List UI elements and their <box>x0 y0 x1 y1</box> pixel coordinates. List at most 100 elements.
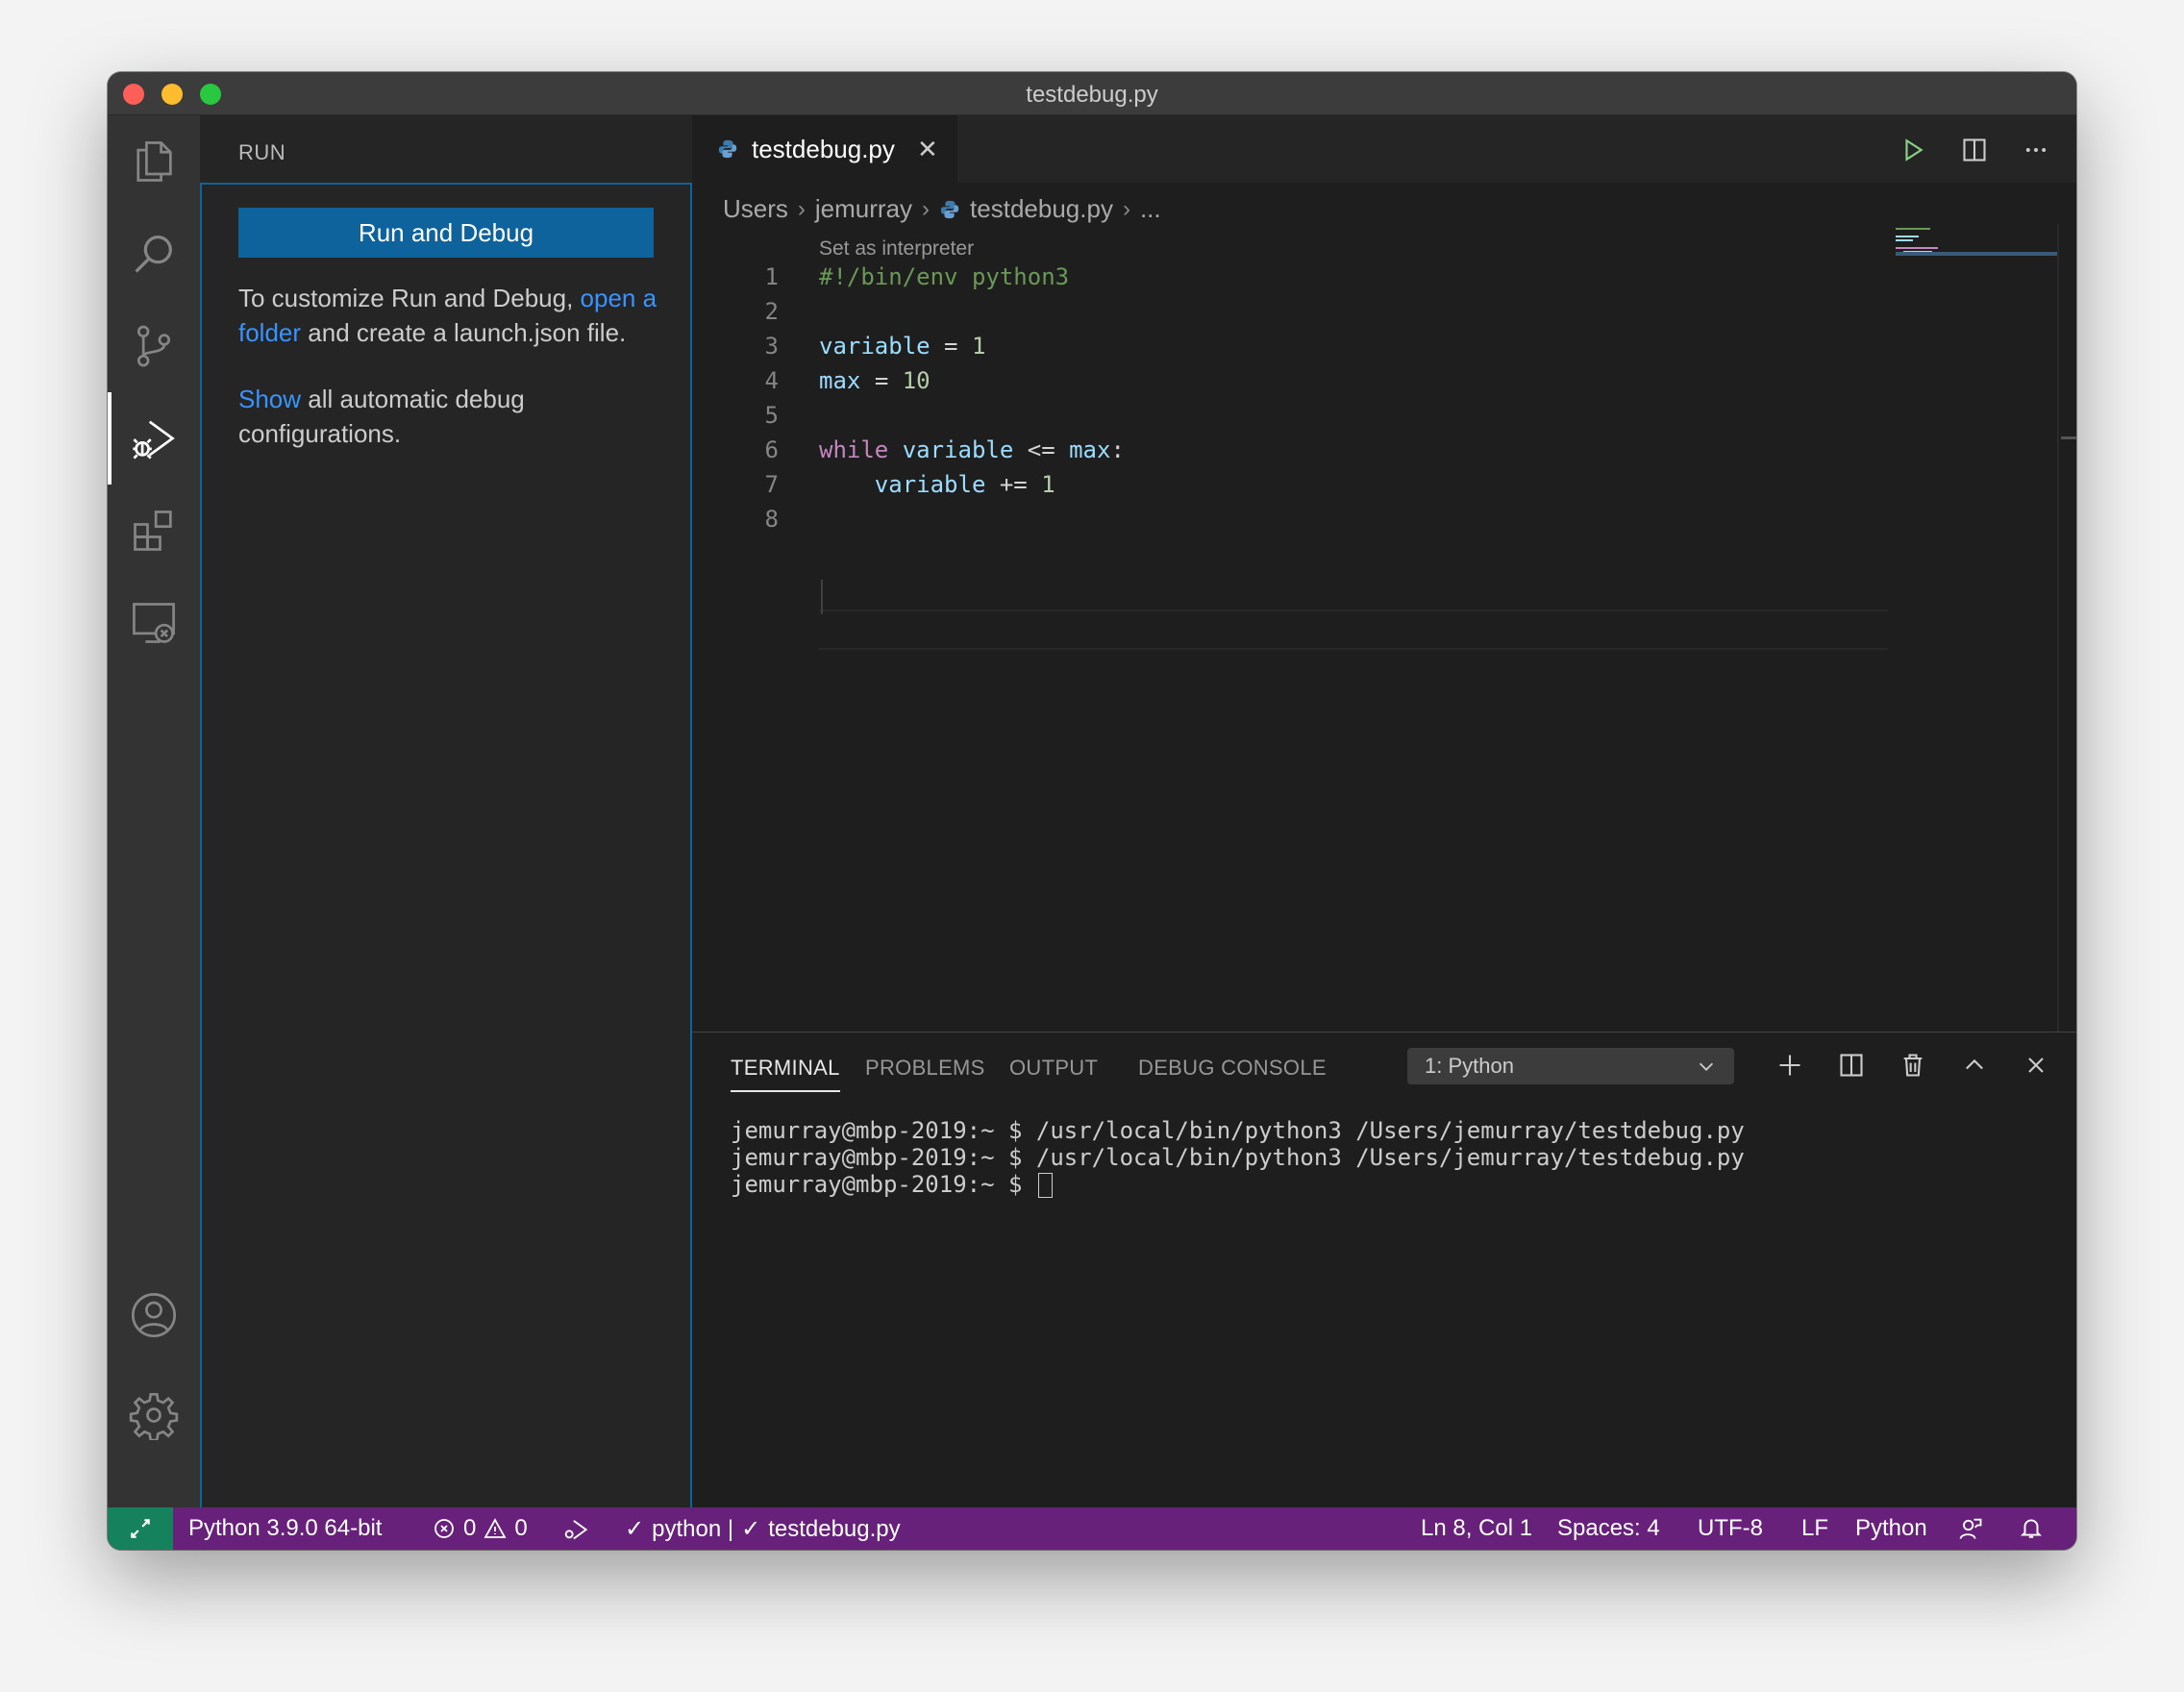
remote-icon <box>131 1519 150 1538</box>
close-tab-icon[interactable]: ✕ <box>917 137 938 162</box>
split-editor-icon[interactable] <box>1953 129 1996 171</box>
run-sidebar: RUN Run and Debug To customize Run and D… <box>200 115 692 1509</box>
debug-status-icon[interactable] <box>561 1515 588 1542</box>
explorer-icon[interactable] <box>108 115 200 208</box>
feedback-icon[interactable] <box>1957 1515 1984 1542</box>
end-of-line[interactable]: LF <box>1801 1515 1828 1542</box>
line-number: 6 <box>764 436 779 463</box>
language-mode[interactable]: Python <box>1855 1515 1927 1542</box>
customize-text: To customize Run and Debug, open a folde… <box>238 281 661 350</box>
more-actions-icon[interactable] <box>2015 129 2057 171</box>
close-panel-icon[interactable] <box>2015 1044 2057 1086</box>
terminal-output[interactable]: jemurray@mbp-2019:~ $ /usr/local/bin/pyt… <box>731 1117 2057 1198</box>
line-content: variable += 1 <box>874 471 1055 498</box>
sidebar-title: RUN <box>238 140 286 164</box>
tab-output[interactable]: OUTPUT <box>1009 1056 1098 1081</box>
terminal-select[interactable]: 1: Python <box>1407 1048 1734 1084</box>
line-number: 5 <box>764 402 779 429</box>
terminal-select-value: 1: Python <box>1425 1054 1514 1078</box>
terminal-line: jemurray@mbp-2019:~ $ /usr/local/bin/pyt… <box>731 1144 1745 1171</box>
line-number: 3 <box>764 333 779 360</box>
python-file-icon <box>940 200 959 218</box>
chevron-right-icon: › <box>922 195 931 222</box>
current-line-highlight <box>819 610 1888 650</box>
scrollbar-cursor-mark <box>2061 436 2076 439</box>
tab-label: testdebug.py <box>752 135 895 163</box>
panel-actions <box>1769 1044 2057 1086</box>
run-debug-icon[interactable] <box>108 392 200 485</box>
warning-count: 0 <box>514 1515 528 1541</box>
code-line: 7 variable += 1 <box>692 467 1999 502</box>
chevron-right-icon: › <box>1122 195 1130 222</box>
run-and-debug-button[interactable]: Run and Debug <box>238 208 654 258</box>
breadcrumb-item[interactable]: jemurray <box>815 194 912 224</box>
code-line: 5 <box>692 398 1999 433</box>
breadcrumb-item[interactable]: testdebug.py <box>970 194 1113 224</box>
bell-icon[interactable] <box>2019 1515 2044 1540</box>
show-configs-text: Show all automatic debug configurations. <box>238 382 661 451</box>
set-interpreter-codelens[interactable]: Set as interpreter <box>819 237 974 261</box>
bottom-panel: TERMINAL PROBLEMS OUTPUT DEBUG CONSOLE 1… <box>692 1032 2076 1508</box>
chevron-right-icon: › <box>797 195 806 222</box>
breadcrumb-item[interactable]: Users <box>723 194 788 224</box>
vscode-window: testdebug.py RUN Run and Debug To custom… <box>108 72 2076 1550</box>
line-number: 1 <box>764 263 779 290</box>
trash-icon[interactable] <box>1892 1044 1934 1086</box>
remote-indicator[interactable] <box>108 1507 173 1550</box>
error-icon <box>434 1519 454 1538</box>
line-number: 7 <box>764 471 779 498</box>
new-terminal-icon[interactable] <box>1769 1044 1811 1086</box>
python-interpreter[interactable]: Python 3.9.0 64-bit <box>188 1515 382 1542</box>
show-configs-link[interactable]: Show <box>238 385 301 413</box>
code-line: 3 variable = 1 <box>692 329 1999 363</box>
code-line: 4 max = 10 <box>692 363 1999 398</box>
gear-icon[interactable] <box>108 1369 200 1461</box>
indent-guide <box>821 580 823 614</box>
window-title: testdebug.py <box>1026 82 1158 108</box>
customize-text-part: and create a launch.json file. <box>301 318 627 347</box>
minimap[interactable] <box>1894 224 2057 349</box>
warning-icon <box>484 1518 507 1538</box>
tab-testdebug[interactable]: testdebug.py ✕ <box>692 115 957 183</box>
remote-explorer-icon[interactable] <box>108 577 200 669</box>
editor-actions <box>1892 129 2057 171</box>
terminal-cursor <box>1037 1173 1053 1198</box>
maximize-panel-icon[interactable] <box>1953 1044 1996 1086</box>
python-check[interactable]: ✓ python | ✓ testdebug.py <box>625 1515 901 1543</box>
check-icon: ✓ <box>625 1516 645 1542</box>
search-icon[interactable] <box>108 208 200 300</box>
run-view: Run and Debug To customize Run and Debug… <box>200 183 692 1509</box>
tab-terminal[interactable]: TERMINAL <box>731 1056 840 1092</box>
activity-bar <box>108 115 200 1507</box>
error-count: 0 <box>463 1515 477 1541</box>
terminal-line: jemurray@mbp-2019:~ $ /usr/local/bin/pyt… <box>731 1117 1745 1144</box>
run-file-icon[interactable] <box>1892 129 1934 171</box>
line-content: while variable <= max: <box>819 436 1125 463</box>
line-content: variable = 1 <box>819 333 986 360</box>
chevron-down-icon <box>1699 1062 1714 1071</box>
check-icon: ✓ <box>741 1516 761 1542</box>
python-check-label: python | <box>652 1515 734 1542</box>
breadcrumb: Users › jemurray › testdebug.py › ... <box>723 194 1161 224</box>
editor-area: testdebug.py ✕ Users › jemurray › testde… <box>692 115 2076 1508</box>
editor-tabs: testdebug.py ✕ <box>692 115 2076 183</box>
indentation[interactable]: Spaces: 4 <box>1557 1515 1660 1542</box>
encoding[interactable]: UTF-8 <box>1698 1515 1763 1542</box>
line-number: 2 <box>764 298 779 325</box>
accounts-icon[interactable] <box>108 1269 200 1361</box>
split-terminal-icon[interactable] <box>1830 1044 1873 1086</box>
breadcrumb-item[interactable]: ... <box>1140 194 1161 224</box>
file-check-label: testdebug.py <box>768 1515 901 1542</box>
extensions-icon[interactable] <box>108 485 200 577</box>
source-control-icon[interactable] <box>108 300 200 392</box>
tab-debug-console[interactable]: DEBUG CONSOLE <box>1138 1056 1327 1081</box>
cursor-position[interactable]: Ln 8, Col 1 <box>1421 1515 1532 1542</box>
code-line: 1 #!/bin/env python3 <box>692 260 1999 294</box>
code-line: 2 <box>692 294 1999 329</box>
problems-indicator[interactable]: 0 0 <box>433 1515 528 1542</box>
code-line: 8 <box>692 502 1999 536</box>
terminal-line-prompt: jemurray@mbp-2019:~ $ <box>731 1171 2057 1198</box>
minimap-slider[interactable] <box>1896 252 2057 256</box>
tab-problems[interactable]: PROBLEMS <box>865 1056 985 1081</box>
editor-scrollbar[interactable] <box>2057 224 2059 1032</box>
